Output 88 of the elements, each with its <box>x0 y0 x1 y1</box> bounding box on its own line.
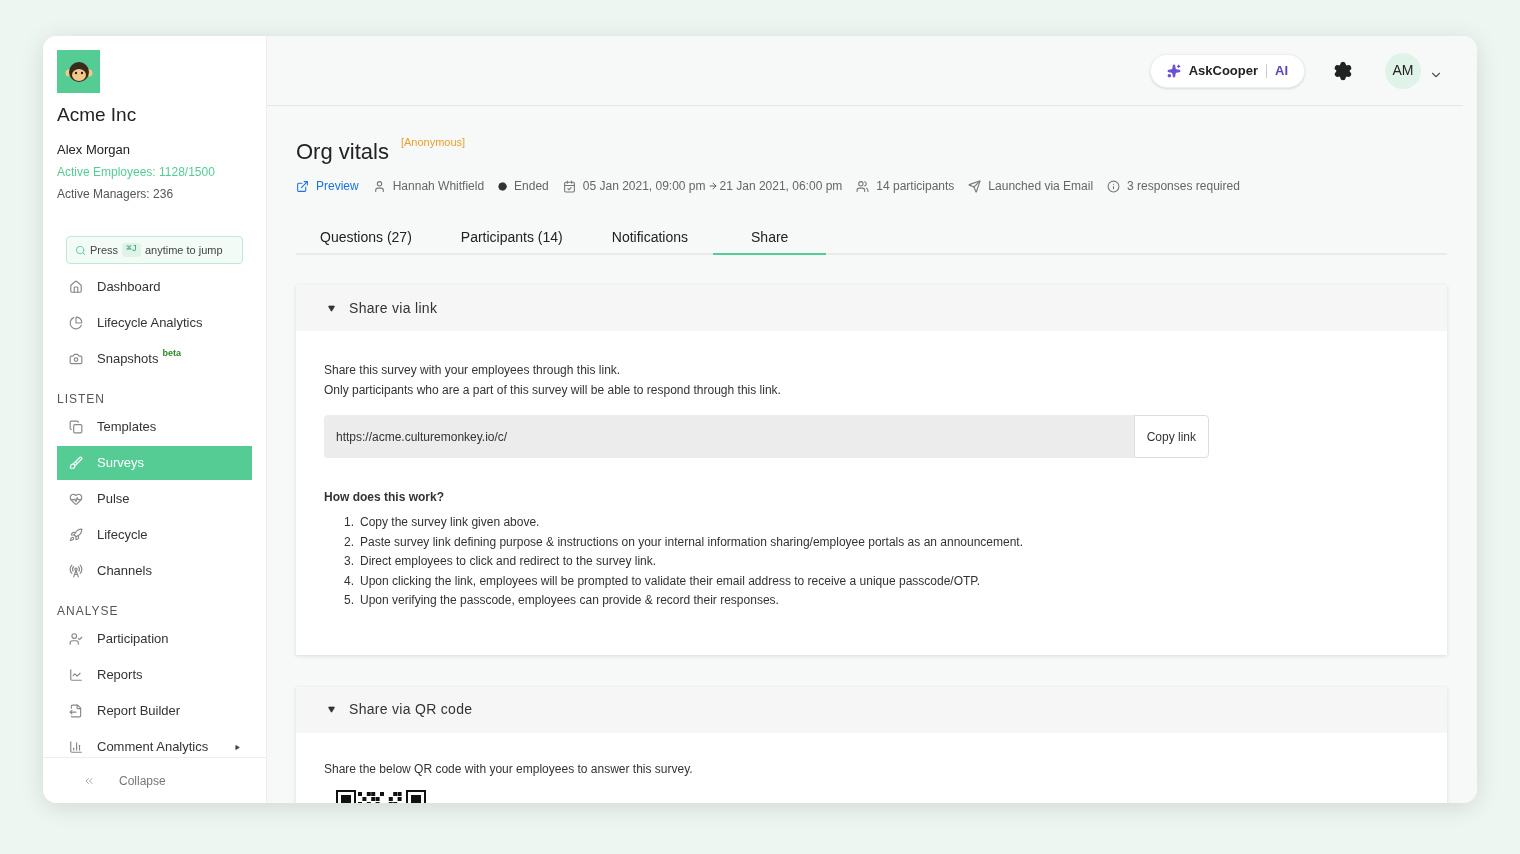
camera-icon <box>69 352 83 366</box>
section-heading: LISTEN <box>57 391 106 408</box>
ask-ai-button[interactable]: AskCooper AI <box>1149 53 1305 88</box>
nav-item[interactable]: Templates <box>57 410 252 444</box>
tab[interactable]: Questions (27) <box>296 221 436 255</box>
jump-text: Press <box>90 242 119 258</box>
beta-label: beta <box>162 348 181 358</box>
preview-link[interactable]: Preview <box>316 177 359 195</box>
step-text: Copy the survey link given above. <box>360 514 540 531</box>
nav-item[interactable]: Dashboard <box>57 270 252 304</box>
step-text: Paste survey link defining purpose & instructions on your internal information sharing/employee portals as an announcement. <box>360 533 1024 551</box>
settings-icon[interactable] <box>1333 60 1353 81</box>
user-check-icon <box>69 632 83 646</box>
dot-icon <box>498 181 508 191</box>
nav-item[interactable]: Lifecycle <box>57 518 252 552</box>
link-field[interactable]: https://acme.culturemonkey.io/c/ <box>324 415 1134 458</box>
intro-text: Only participants who are a part of this survey will be able to respond through this link. <box>324 382 782 399</box>
document-icon <box>69 704 83 718</box>
meta-text: 3 responses required <box>1127 178 1240 195</box>
meta-text: Ended <box>514 178 549 195</box>
nav-item[interactable]: Pulse <box>57 482 252 516</box>
nav-item[interactable]: Reports <box>57 658 252 692</box>
panel-title: Share via QR code <box>349 700 473 719</box>
meta-text: 14 participants <box>876 178 955 195</box>
jump-text: anytime to jump <box>144 242 223 258</box>
intro-text: Share this survey with your employees through this link. <box>324 362 622 379</box>
step-number: 1. <box>344 514 355 531</box>
monkey-logo <box>57 50 100 93</box>
tab[interactable]: Notifications <box>587 221 713 255</box>
step-number: 3. <box>344 553 355 570</box>
rocket-icon <box>69 528 83 542</box>
step-text: Upon verifying the passcode, employees can provide & record their responses. <box>360 592 779 609</box>
meta-text: Hannah Whitfield <box>392 178 485 195</box>
panel-header[interactable]: Share via QR code <box>296 686 1447 733</box>
qr-code-icon <box>336 789 426 803</box>
intro-text: Share the below QR code with your employees to answer this survey. <box>324 760 694 778</box>
survey-title: Org vitals <box>296 138 389 166</box>
info-icon <box>1107 179 1121 193</box>
ask-label: AskCooper <box>1188 61 1258 80</box>
company-name: Acme Inc <box>57 103 138 127</box>
jump-search[interactable]: Press ⌘J anytime to jump <box>66 236 243 264</box>
calendar-icon <box>562 179 576 193</box>
end-date: 21 Jan 2021, 06:00 pm <box>719 178 843 195</box>
section-heading: ANALYSE <box>57 603 120 620</box>
antenna-icon <box>69 564 83 578</box>
sparkle-icon <box>1166 63 1181 78</box>
ai-label: AI <box>1275 61 1288 80</box>
nav-item[interactable]: Snapshots beta <box>57 342 252 376</box>
meta-text: Launched via Email <box>988 178 1094 195</box>
house-icon <box>69 280 83 294</box>
shortcut-key: ⌘J <box>122 243 141 257</box>
person-icon <box>372 179 386 193</box>
how-title: How does this work? <box>324 489 445 506</box>
step-number: 4. <box>344 572 355 590</box>
anonymous-tag: [Anonymous] <box>400 134 466 151</box>
panel-title: Share via link <box>349 298 438 318</box>
nav-item[interactable]: Comment Analytics <box>57 730 252 757</box>
cards-icon <box>69 420 83 434</box>
avatar[interactable]: AM <box>1385 52 1421 89</box>
step-text: Direct employees to click and redirect to the survey link. <box>360 553 657 570</box>
managers-count: Active Managers: 236 <box>57 186 175 203</box>
external-link-icon <box>296 179 309 193</box>
search-icon <box>75 244 86 256</box>
start-date: 05 Jan 2021, 09:00 pm <box>582 178 706 195</box>
caret-icon <box>328 304 335 312</box>
nav-item[interactable]: Report Builder <box>57 694 252 728</box>
brush-icon <box>69 456 83 470</box>
user-name: Alex Morgan <box>57 140 131 159</box>
arrow-icon <box>707 181 718 191</box>
panel-header[interactable]: Share via link <box>296 285 1447 331</box>
step-text: Upon clicking the link, employees will be prompted to validate their email address to receive a unique passcode/OTP. <box>360 572 981 590</box>
paper-plane-icon <box>968 179 982 193</box>
step-number: 2. <box>344 533 355 551</box>
nav-item[interactable]: Channels <box>57 554 252 588</box>
nav-item[interactable]: Lifecycle Analytics <box>57 306 252 340</box>
nav-item[interactable]: Participation <box>57 622 252 656</box>
collapse-button[interactable]: Collapse <box>43 757 266 803</box>
tab[interactable]: Participants (14) <box>436 221 587 255</box>
step-number: 5. <box>344 592 355 609</box>
caret-icon <box>328 706 335 713</box>
copy-link-button[interactable]: Copy link <box>1133 415 1209 458</box>
employees-count: Active Employees: 1128/1500 <box>57 164 216 181</box>
bar-chart-icon <box>69 740 83 754</box>
heart-pulse-icon <box>69 492 83 506</box>
people-icon <box>856 179 870 193</box>
line-chart-icon <box>69 668 83 682</box>
tab[interactable]: Share <box>713 221 827 255</box>
pie-chart-icon <box>69 316 83 330</box>
